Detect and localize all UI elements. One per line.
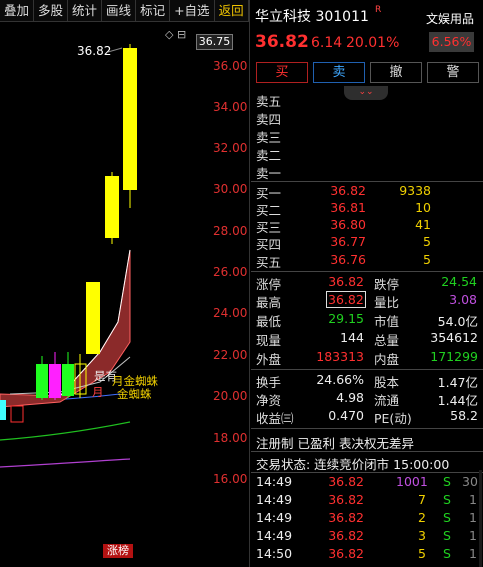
bid-row: 买三 36.80 41 xyxy=(256,217,431,235)
buy-button[interactable]: 买 xyxy=(256,62,308,83)
stock-name-code: 华立科技 301011 xyxy=(255,9,369,25)
divider xyxy=(251,271,483,272)
ask-row: 卖四 xyxy=(256,112,282,127)
kline-chart[interactable]: ◇ ⊟ 36.75 36.82 36.00 34.00 32.00 30.00 … xyxy=(0,22,250,567)
signal-label: 月 xyxy=(92,385,104,399)
y-tick: 32.00 xyxy=(213,141,248,155)
candle xyxy=(49,364,61,398)
price-change-pct: 20.01% xyxy=(346,35,400,51)
statistics-button[interactable]: 统计 xyxy=(68,0,103,22)
ask-row: 卖一 xyxy=(256,166,282,181)
chart-tool-icons[interactable]: ◇ ⊟ xyxy=(165,28,186,41)
stats-row: 净资 4.98 流通 1.44亿 xyxy=(256,390,478,408)
bid-row: 买二 36.81 10 xyxy=(256,200,431,218)
stats-row: 外盘 183313 内盘 171299 xyxy=(256,349,478,367)
y-tick: 34.00 xyxy=(213,100,248,114)
candle xyxy=(0,400,6,420)
y-tick: 16.00 xyxy=(213,472,248,486)
trade-status: 交易状态: 连续竞价闭市 15:00:00 xyxy=(256,457,450,472)
divider xyxy=(251,472,483,473)
y-tick: 28.00 xyxy=(213,224,248,238)
tick-row: 14:50 36.82 5 S 1 xyxy=(256,546,477,561)
high-price-label: 36.82 xyxy=(77,44,112,58)
last-price: 36.82 xyxy=(255,32,309,52)
y-tick: 26.00 xyxy=(213,265,248,279)
chart-toolbar: 叠加 多股 统计 画线 标记 +自选 返回 xyxy=(0,0,250,22)
tick-row: 14:49 36.82 7 S 1 xyxy=(256,492,477,507)
cancel-order-button[interactable]: 撤 xyxy=(370,62,422,83)
price-change: 6.14 xyxy=(311,35,343,51)
signal-label: 金蜘蛛 xyxy=(117,387,152,401)
ask-row: 卖五 xyxy=(256,94,282,109)
stats-row: 最低 29.15 市值 54.0亿 xyxy=(256,311,478,329)
listing-tags: 注册制 已盈利 表决权无差异 xyxy=(256,436,414,451)
candle xyxy=(105,176,119,238)
limit-up-rank-tag[interactable]: 涨榜 xyxy=(103,544,133,558)
tick-scrollbar[interactable] xyxy=(479,470,482,567)
ask-row: 卖二 xyxy=(256,148,282,163)
tick-row: 14:49 36.82 3 S 1 xyxy=(256,528,477,543)
quote-panel: 华立科技 301011 R 文娱用品 36.82 6.14 20.01% 6.5… xyxy=(251,0,483,567)
bid-row: 买五 36.76 5 xyxy=(256,252,431,270)
divider xyxy=(251,428,483,429)
divider xyxy=(251,369,483,370)
stats-row: 换手 24.66% 股本 1.47亿 xyxy=(256,372,478,390)
registration-badge: R xyxy=(375,5,382,15)
stats-row: 收益㈢ 0.470 PE(动) 58.2 xyxy=(256,408,478,426)
panel-divider xyxy=(249,0,250,567)
tick-row: 14:49 36.82 1001 S 30 xyxy=(256,474,478,489)
divider xyxy=(251,181,483,182)
bid-row: 买四 36.77 5 xyxy=(256,234,431,252)
y-tick: 30.00 xyxy=(213,182,248,196)
current-price-flag: 36.75 xyxy=(196,34,233,50)
trade-buttons: 买 卖 撤 警 xyxy=(256,62,479,83)
candle xyxy=(86,282,100,354)
divider xyxy=(251,451,483,452)
candle xyxy=(10,405,24,423)
candle xyxy=(36,364,48,398)
alert-button[interactable]: 警 xyxy=(427,62,479,83)
y-tick: 22.00 xyxy=(213,348,248,362)
multi-stock-button[interactable]: 多股 xyxy=(34,0,69,22)
y-tick: 36.00 xyxy=(213,59,248,73)
draw-line-button[interactable]: 画线 xyxy=(102,0,137,22)
ask-row: 卖三 xyxy=(256,130,282,145)
mark-button[interactable]: 标记 xyxy=(136,0,171,22)
overlay-button[interactable]: 叠加 xyxy=(0,0,35,22)
sector-change-pct: 6.56% xyxy=(429,32,474,52)
add-watchlist-button[interactable]: +自选 xyxy=(170,0,215,22)
candle xyxy=(62,364,74,396)
bid-row: 买一 36.82 9338 xyxy=(256,183,431,201)
y-tick: 20.00 xyxy=(213,389,248,403)
stats-row: 最高 36.82 量比 3.08 xyxy=(256,291,477,310)
back-button[interactable]: 返回 xyxy=(215,0,249,22)
y-tick: 18.00 xyxy=(213,431,248,445)
candle xyxy=(123,48,137,190)
sector-name[interactable]: 文娱用品 xyxy=(426,10,474,27)
ma-line-purple xyxy=(0,458,131,468)
sell-button[interactable]: 卖 xyxy=(313,62,365,83)
tick-row: 14:49 36.82 2 S 1 xyxy=(256,510,477,525)
y-tick: 24.00 xyxy=(213,306,248,320)
stats-row: 现量 144 总量 354612 xyxy=(256,330,478,348)
ma-line-green xyxy=(0,421,131,441)
stats-row: 涨停 36.82 跌停 24.54 xyxy=(256,274,477,292)
